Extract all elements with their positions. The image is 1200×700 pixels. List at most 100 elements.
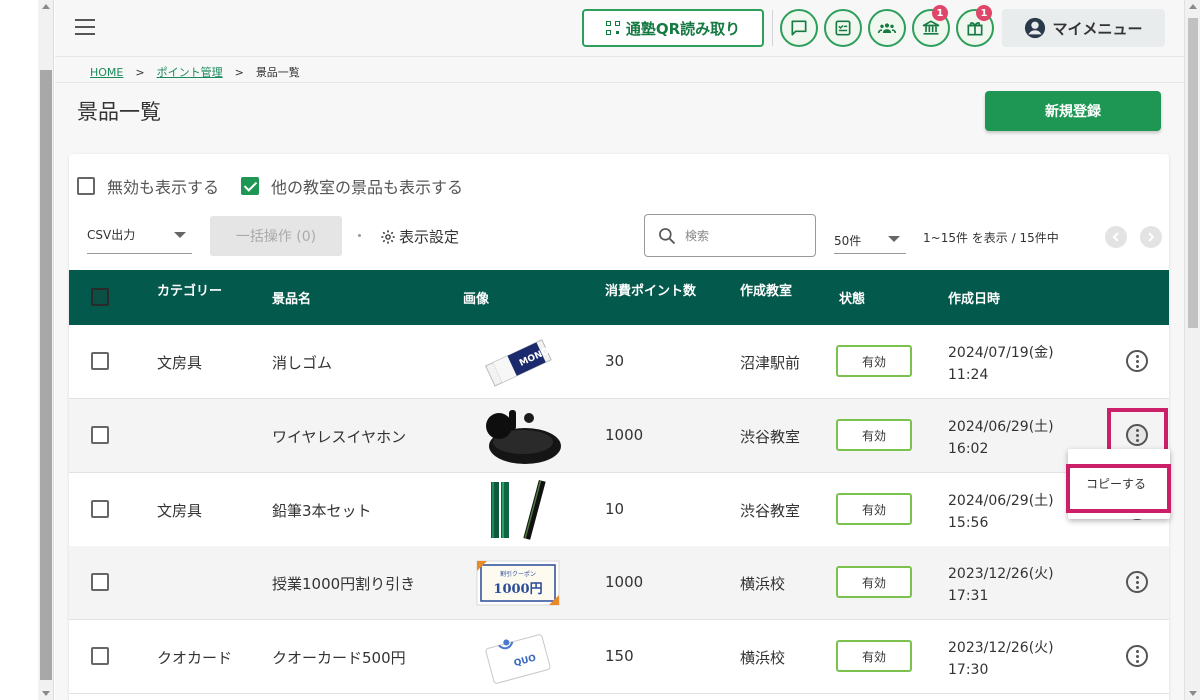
hamburger-menu-icon[interactable] [75,19,97,37]
row-created: 2023/12/26(火) 17:30 [948,637,1054,681]
per-page-value: 50件 [834,234,862,248]
scroll-down-arrow-icon[interactable] [42,691,50,696]
left-scrollbar-thumb[interactable] [40,70,52,680]
display-settings-button[interactable]: 表示設定 [380,226,459,247]
row-category: クオカード [157,649,233,667]
search-input[interactable] [685,228,795,243]
row-points: 10 [605,500,625,518]
breadcrumb-home-link[interactable]: HOME [90,66,123,79]
message-button[interactable] [780,9,818,47]
breadcrumb: HOME > ポイント管理 > 景品一覧 [90,64,300,80]
quo-card-image: QUO [485,634,551,684]
table-row[interactable]: 文房具 鉛筆3本セット 10 渋谷教室 有効 2024/06/29(土) 15:… [69,473,1169,547]
more-options-icon[interactable] [1126,350,1148,372]
row-name[interactable]: 授業1000円割り引き [272,573,415,594]
row-category: 文房具 [157,502,203,520]
csv-export-select[interactable]: CSV出力 [87,220,192,254]
column-header-classroom[interactable]: 作成教室 [740,280,792,299]
show-other-classrooms-checkbox[interactable] [241,177,260,195]
qr-scan-button[interactable]: 通塾QR読み取り [582,9,764,47]
dropdown-arrow-icon [888,236,900,242]
table-row[interactable]: 授業1000円割り引き 割引クーポン 1000円 1000 横浜校 有効 202… [69,546,1169,620]
more-options-icon[interactable] [1126,645,1148,667]
search-box [644,214,816,257]
row-created-time: 11:24 [948,367,989,383]
bulk-action-button[interactable]: 一括操作 (0) [210,216,342,256]
show-inactive-label: 無効も表示する [107,178,220,197]
table-header: カテゴリー 景品名 画像 消費ポイント数 作成教室 状態 作成日時 [69,270,1169,325]
table-row[interactable]: 文房具 消しゴム MONO 30 沼津駅前 有効 2024/07/19(金) 1… [69,325,1169,399]
row-created-time: 17:30 [948,662,989,678]
column-header-category[interactable]: カテゴリー [157,280,222,299]
breadcrumb-divider [55,82,1184,83]
show-inactive-checkbox[interactable] [77,177,95,195]
row-category: 文房具 [157,354,203,372]
gift-icon [967,22,983,36]
column-header-points[interactable]: 消費ポイント数 [605,280,696,299]
chevron-left-icon [1112,232,1119,242]
row-created: 2023/12/26(火) 17:31 [948,563,1054,607]
right-scrollbar[interactable] [1184,0,1200,700]
row-name[interactable]: ワイヤレスイヤホン [272,426,406,447]
breadcrumb-current: 景品一覧 [255,66,300,79]
coupon-image: 割引クーポン 1000円 [476,560,560,606]
row-created: 2024/06/29(土) 15:56 [948,490,1054,534]
row-checkbox[interactable] [91,500,109,518]
display-settings-label: 表示設定 [399,228,460,246]
bank-icon [922,20,940,35]
copy-highlight-frame [1066,464,1171,513]
show-inactive-option[interactable]: 無効も表示する [77,174,219,198]
column-header-name[interactable]: 景品名 [272,288,311,307]
row-checkbox[interactable] [91,352,109,370]
points-bank-button[interactable]: 1 [912,5,950,47]
row-created-date: 2023/12/26(火) [948,640,1054,656]
chat-bubble-icon [791,20,807,36]
row-checkbox[interactable] [91,426,109,444]
breadcrumb-separator: > [234,65,244,79]
row-checkbox[interactable] [91,573,109,591]
my-menu-button[interactable]: マイメニュー [1002,9,1165,47]
dropdown-arrow-icon [174,232,186,238]
account-circle-icon [1025,17,1046,39]
prev-page-button[interactable] [1105,226,1127,248]
next-page-button[interactable] [1140,226,1162,248]
eraser-image: MONO [485,339,552,387]
header-divider [772,10,773,46]
select-all-checkbox[interactable] [91,288,109,306]
svg-text:1000円: 1000円 [493,582,542,597]
qr-code-icon [605,21,620,35]
column-header-created[interactable]: 作成日時 [948,288,1000,307]
per-page-select[interactable]: 50件 [834,224,906,254]
row-name[interactable]: クオーカード500円 [272,647,406,668]
breadcrumb-points-link[interactable]: ポイント管理 [157,64,223,80]
row-checkbox[interactable] [91,647,109,665]
row-created-time: 17:31 [948,588,989,604]
row-name[interactable]: 鉛筆3本セット [272,500,372,521]
students-button[interactable] [868,9,906,47]
row-created-time: 16:02 [948,441,989,457]
row-classroom: 横浜校 [740,649,786,667]
checklist-button[interactable] [824,9,862,47]
row-points: 1000 [605,573,644,591]
table-row[interactable]: ワイヤレスイヤホン 1000 渋谷教室 有効 2024/06/29(土) 16:… [69,399,1169,473]
scroll-down-arrow-icon[interactable] [1189,691,1197,696]
gift-button[interactable]: 1 [956,5,994,47]
row-created: 2024/06/29(土) 16:02 [948,416,1054,460]
show-other-classrooms-option[interactable]: 他の教室の景品も表示する [241,174,463,198]
new-register-button[interactable]: 新規登録 [985,91,1161,131]
scroll-up-arrow-icon[interactable] [1189,4,1197,9]
table-row[interactable]: クオカード クオーカード500円 QUO 150 横浜校 有効 2023/12/… [69,620,1169,694]
column-header-status[interactable]: 状態 [839,288,865,307]
breadcrumb-separator: > [135,65,145,79]
row-name[interactable]: 消しゴム [272,352,332,373]
earbuds-image [473,406,563,466]
right-scrollbar-thumb[interactable] [1188,18,1198,328]
toolbar-dot-separator [358,234,361,237]
row-created-date: 2024/07/19(金) [948,345,1054,361]
row-created-time: 15:56 [948,515,989,531]
left-scrollbar[interactable] [38,0,54,700]
prize-list-card: 無効も表示する 他の教室の景品も表示する CSV出力 一括操作 (0) 表示設定… [69,154,1169,700]
scroll-up-arrow-icon[interactable] [42,4,50,9]
more-options-icon[interactable] [1126,571,1148,593]
qr-scan-label: 通塾QR読み取り [625,19,741,38]
